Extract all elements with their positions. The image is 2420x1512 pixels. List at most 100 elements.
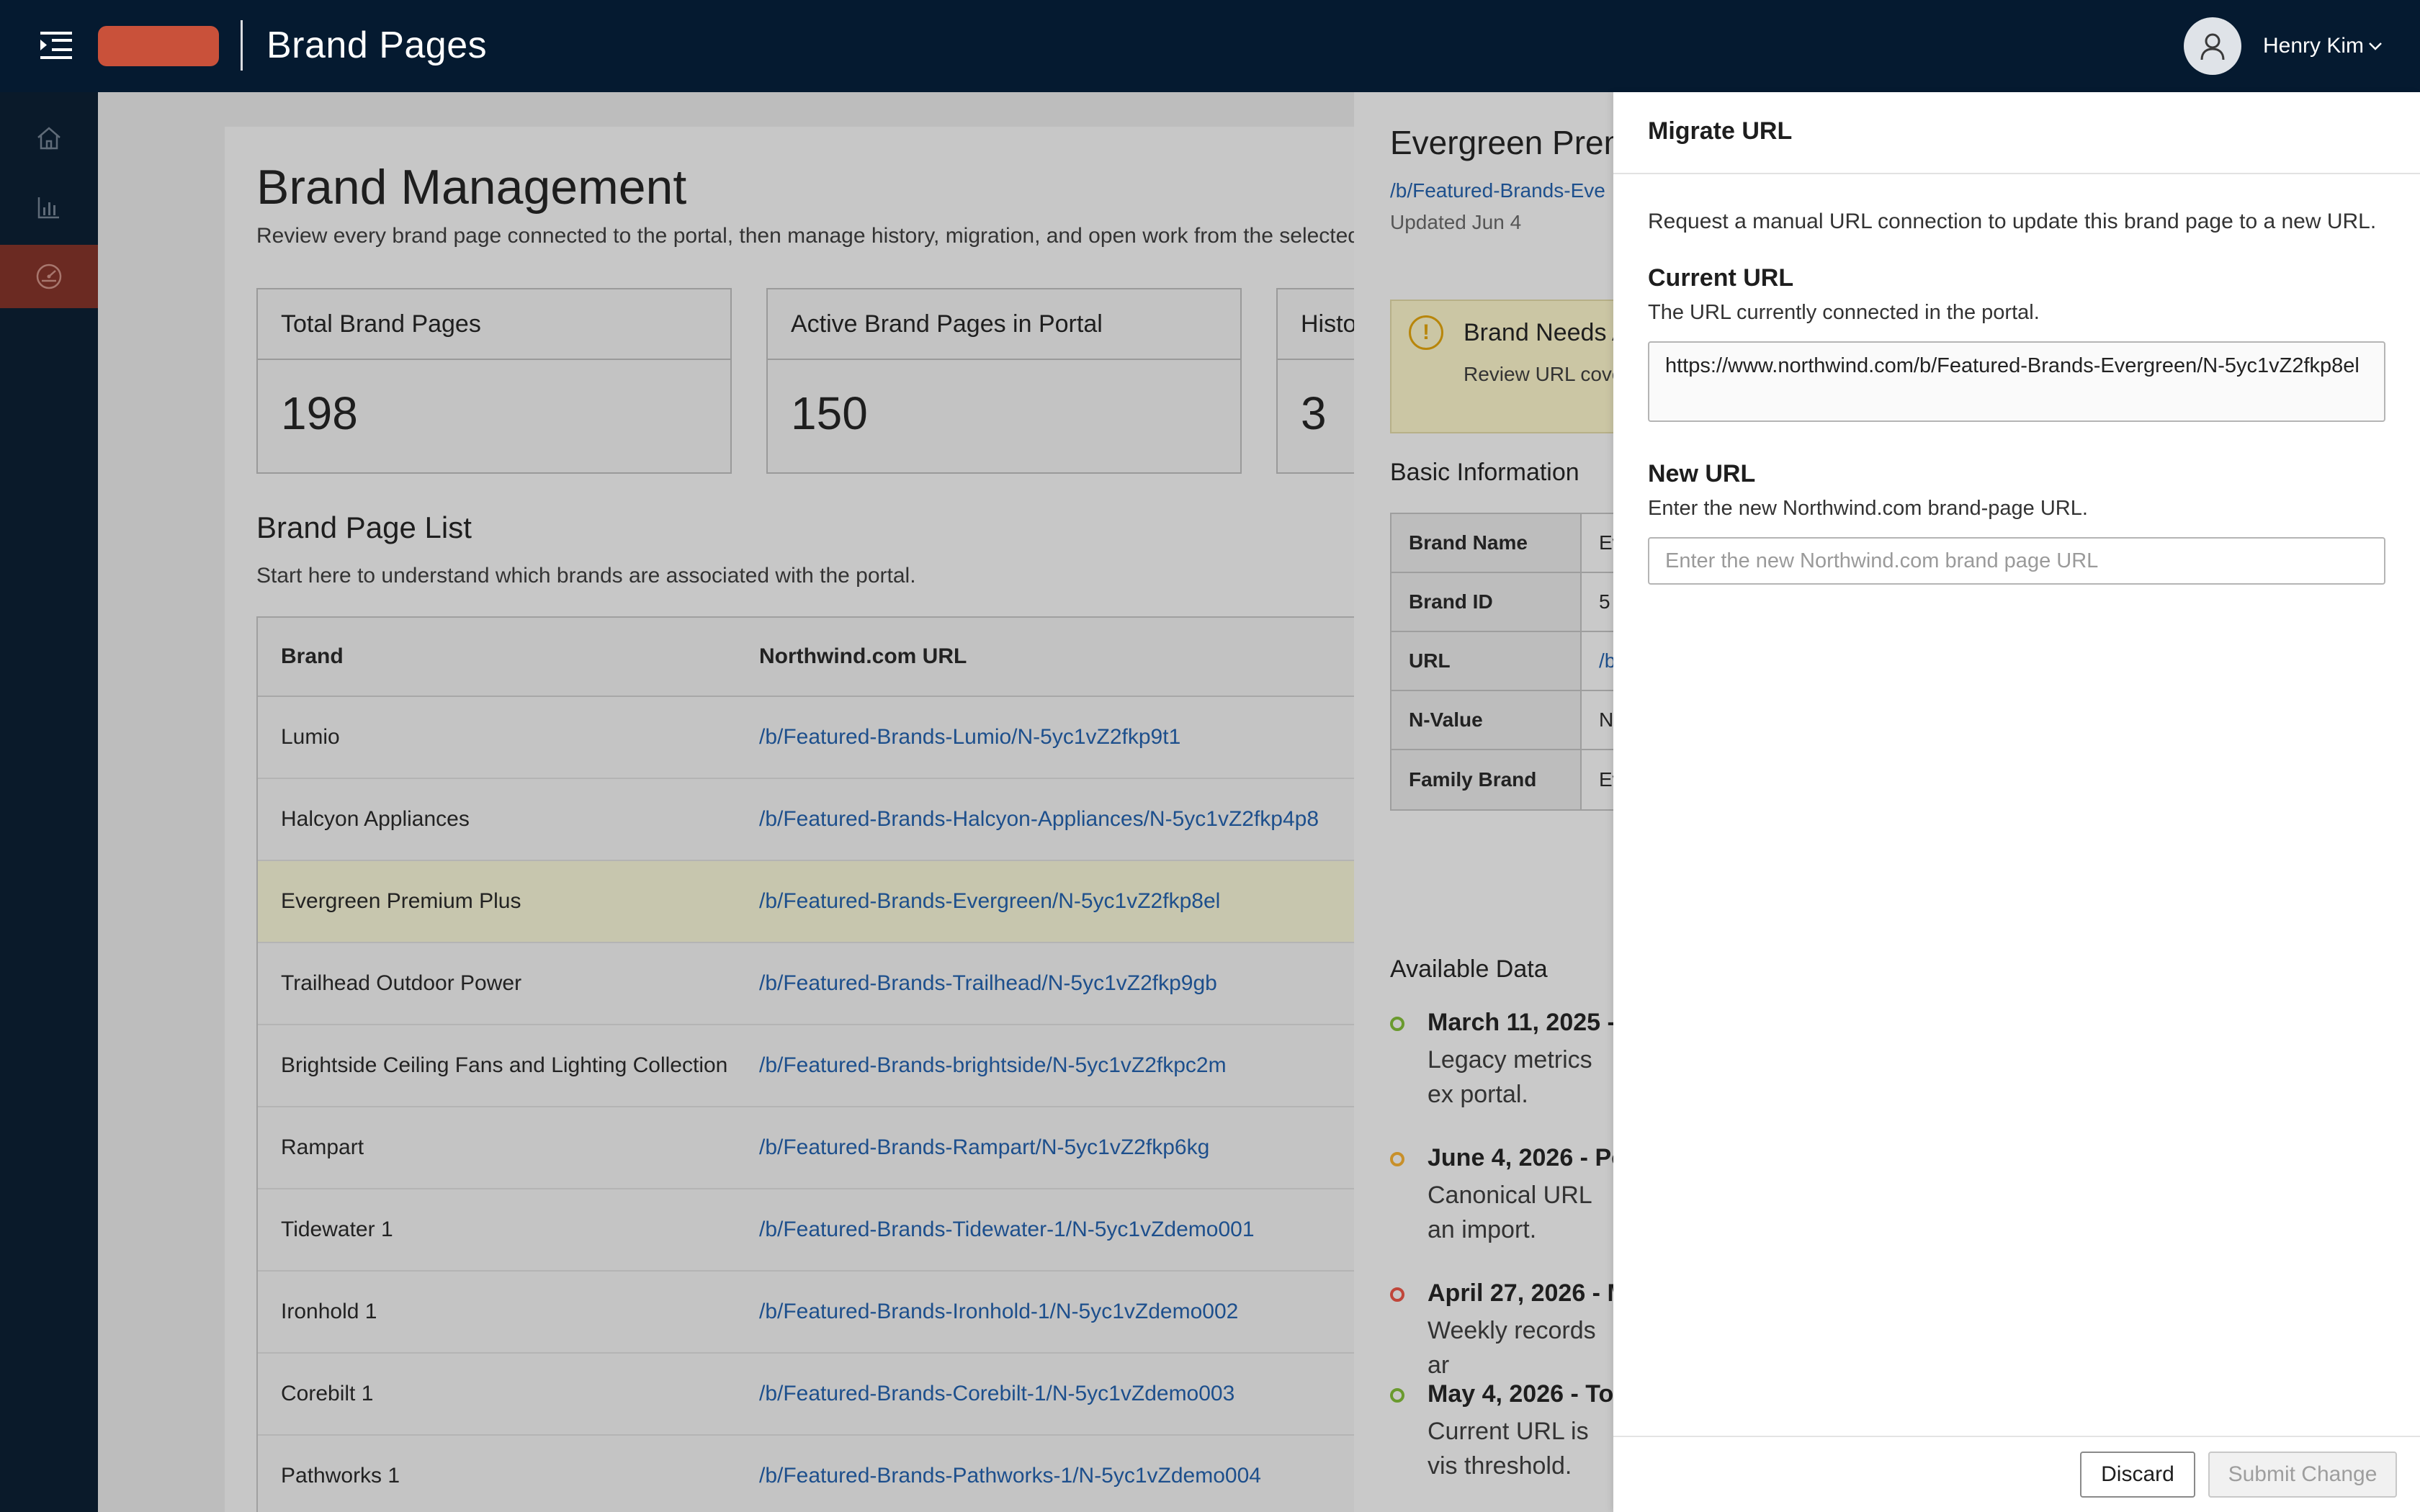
stat-value: 198: [281, 387, 358, 439]
info-key: Brand Name: [1392, 514, 1582, 572]
info-key: Brand ID: [1392, 573, 1582, 631]
info-value: Ev: [1599, 768, 1613, 791]
url-link[interactable]: /b/Featured-Brands-Tidewater-1/N-5yc1vZd…: [759, 1218, 1255, 1242]
url-link[interactable]: /b/Featured-Brands-Pathworks-1/N-5yc1vZd…: [759, 1464, 1261, 1488]
warning-icon: !: [1409, 315, 1443, 350]
new-url-input[interactable]: [1648, 537, 2385, 585]
basic-info-title: Basic Information: [1390, 459, 1579, 486]
timeline-date: April 27, 2026 - M: [1428, 1279, 1613, 1307]
timeline-dot: [1390, 1017, 1404, 1031]
stat-divider: [1278, 359, 1354, 360]
brand-detail-panel: Evergreen Prem /b/Featured-Brands-Eve Up…: [1354, 92, 1613, 1512]
url-link[interactable]: /b/Featured-Brands-Lumio/N-5yc1vZ2fkp9t1: [759, 725, 1180, 750]
brand-table: Brand Northwind.com URL Lumio /b/Feature…: [256, 616, 1354, 1512]
timeline-desc: Canonical URL an import.: [1428, 1182, 1592, 1243]
brand-logo[interactable]: [98, 26, 219, 66]
stat-divider: [768, 359, 1240, 360]
table-row[interactable]: Corebilt 1 /b/Featured-Brands-Corebilt-1…: [258, 1354, 1354, 1436]
detail-updated: Updated Jun 4: [1390, 211, 1522, 233]
app-title: Brand Pages: [266, 24, 488, 66]
brand-cell: Ironhold 1: [281, 1300, 377, 1323]
basic-info-table: Brand Name Ev Brand ID 5 URL /b N-Value …: [1390, 513, 1613, 811]
user-name[interactable]: Henry Kim: [2263, 32, 2364, 60]
table-row[interactable]: Halcyon Appliances /b/Featured-Brands-Ha…: [258, 779, 1354, 861]
brand-cell: Corebilt 1: [281, 1382, 374, 1405]
info-key: Family Brand: [1392, 750, 1582, 809]
stat-card-active: Active Brand Pages in Portal 150: [766, 288, 1242, 474]
sidebar-item-home[interactable]: [0, 107, 98, 170]
brand-cell: Brightside Ceiling Fans and Lighting Col…: [281, 1053, 728, 1077]
page-title: Brand Management: [256, 160, 687, 215]
sidebar: [0, 92, 98, 1512]
stat-value: 150: [791, 387, 868, 439]
table-row[interactable]: Brightside Ceiling Fans and Lighting Col…: [258, 1025, 1354, 1107]
info-key: URL: [1392, 632, 1582, 690]
timeline-desc: Current URL is vis threshold.: [1428, 1418, 1589, 1480]
stat-label: Total Brand Pages: [281, 310, 481, 338]
table-row[interactable]: Pathworks 1 /b/Featured-Brands-Pathworks…: [258, 1436, 1354, 1512]
url-link[interactable]: /b/Featured-Brands-Corebilt-1/N-5yc1vZde…: [759, 1382, 1234, 1406]
url-link[interactable]: /b/Featured-Brands-Ironhold-1/N-5yc1vZde…: [759, 1300, 1238, 1324]
new-url-help: Enter the new Northwind.com brand-page U…: [1648, 497, 2088, 520]
url-link[interactable]: /b/Featured-Brands-Evergreen/N-5yc1vZ2fk…: [759, 889, 1220, 914]
detail-url-link[interactable]: /b/Featured-Brands-Eve: [1390, 177, 1605, 204]
current-url-label: Current URL: [1648, 264, 1794, 292]
page-subtitle: Review every brand page connected to the…: [256, 224, 1354, 248]
user-icon: [2200, 33, 2225, 60]
info-row: URL /b: [1392, 632, 1613, 691]
column-header-url[interactable]: Northwind.com URL: [759, 644, 967, 669]
url-link[interactable]: /b/Featured-Brands-brightside/N-5yc1vZ2f…: [759, 1053, 1227, 1078]
topbar-divider: [241, 20, 243, 71]
info-url-link[interactable]: /b: [1582, 649, 1613, 672]
brand-list-title: Brand Page List: [256, 510, 472, 544]
brand-list-subtitle: Start here to understand which brands ar…: [256, 564, 916, 588]
info-row: Brand ID 5: [1392, 573, 1613, 632]
timeline-date: June 4, 2026 - Por: [1428, 1144, 1613, 1171]
brand-cell: Pathworks 1: [281, 1464, 400, 1488]
drawer-intro: Request a manual URL connection to updat…: [1648, 210, 2377, 233]
discard-button[interactable]: Discard: [2080, 1452, 2195, 1498]
bar-chart-icon: [37, 197, 59, 219]
url-link[interactable]: /b/Featured-Brands-Halcyon-Appliances/N-…: [759, 807, 1319, 832]
speedometer-icon: [36, 264, 62, 289]
table-row[interactable]: Trailhead Outdoor Power /b/Featured-Bran…: [258, 943, 1354, 1025]
timeline-date: May 4, 2026 - Tod: [1428, 1380, 1613, 1408]
timeline-dot: [1390, 1152, 1404, 1166]
info-key: N-Value: [1392, 691, 1582, 749]
detail-title: Evergreen Prem: [1390, 124, 1613, 161]
timeline-date: March 11, 2025 -: [1428, 1009, 1613, 1036]
sidebar-item-brand-pages[interactable]: [0, 245, 98, 308]
sidebar-item-reports[interactable]: [0, 176, 98, 239]
info-value: N: [1599, 708, 1613, 731]
stat-card-history: Histo 3: [1276, 288, 1356, 474]
brand-cell: Rampart: [281, 1135, 364, 1159]
attention-alert: ! Brand Needs A Review URL cove before s…: [1390, 300, 1613, 433]
timeline-desc: Weekly records ar: [1428, 1317, 1596, 1379]
submit-change-button[interactable]: Submit Change: [2208, 1452, 2397, 1498]
info-row: Brand Name Ev: [1392, 514, 1613, 573]
info-value: 5: [1599, 590, 1610, 613]
timeline-dot: [1390, 1287, 1404, 1302]
stat-card-total: Total Brand Pages 198: [256, 288, 732, 474]
table-header: Brand Northwind.com URL: [258, 618, 1354, 697]
drawer-header-divider: [1613, 173, 2420, 174]
available-data-title: Available Data: [1390, 955, 1548, 983]
column-header-brand[interactable]: Brand: [258, 644, 759, 669]
table-row[interactable]: Lumio /b/Featured-Brands-Lumio/N-5yc1vZ2…: [258, 697, 1354, 779]
url-link[interactable]: /b/Featured-Brands-Trailhead/N-5yc1vZ2fk…: [759, 971, 1217, 996]
table-row[interactable]: Ironhold 1 /b/Featured-Brands-Ironhold-1…: [258, 1272, 1354, 1354]
url-link[interactable]: /b/Featured-Brands-Rampart/N-5yc1vZ2fkp6…: [759, 1135, 1209, 1160]
current-url-field: https://www.northwind.com/b/Featured-Bra…: [1648, 341, 2385, 422]
timeline-desc: Legacy metrics ex portal.: [1428, 1046, 1592, 1108]
table-row-selected[interactable]: Evergreen Premium Plus /b/Featured-Brand…: [258, 861, 1354, 943]
table-row[interactable]: Tidewater 1 /b/Featured-Brands-Tidewater…: [258, 1189, 1354, 1272]
stat-label: Active Brand Pages in Portal: [791, 310, 1103, 338]
stat-divider: [258, 359, 730, 360]
table-row[interactable]: Rampart /b/Featured-Brands-Rampart/N-5yc…: [258, 1107, 1354, 1189]
chevron-down-icon[interactable]: [2367, 37, 2384, 55]
user-avatar[interactable]: [2184, 17, 2241, 75]
info-value: Ev: [1599, 531, 1613, 554]
menu-collapse-icon[interactable]: [37, 29, 75, 62]
alert-title: Brand Needs A: [1464, 319, 1613, 346]
current-url-help: The URL currently connected in the porta…: [1648, 301, 2040, 324]
